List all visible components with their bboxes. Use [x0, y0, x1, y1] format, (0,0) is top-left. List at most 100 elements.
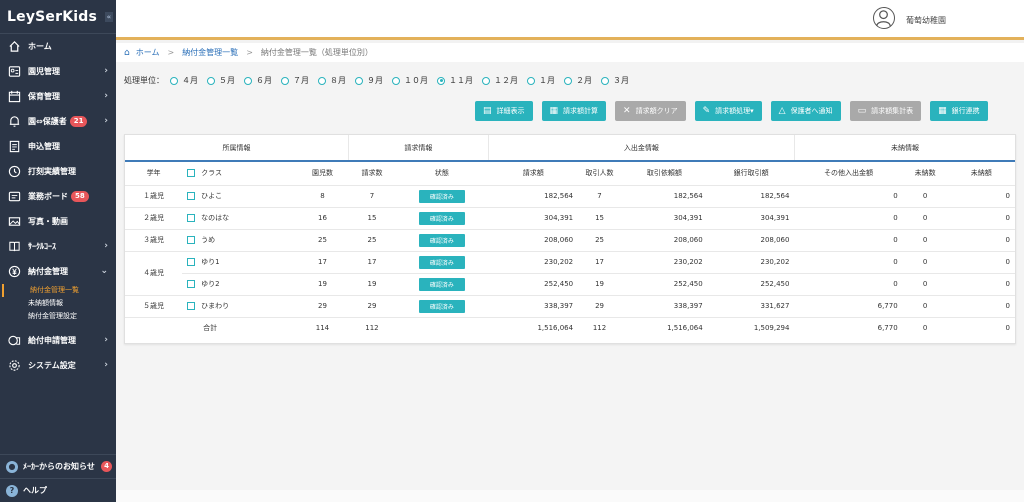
period-radio-11[interactable]: ３月 — [601, 75, 629, 86]
toolbar-button-2[interactable]: ✕ 請求額クリア — [615, 101, 686, 121]
period-radio-10[interactable]: ２月 — [564, 75, 592, 86]
row-checkbox[interactable] — [187, 280, 196, 288]
radio-dot[interactable] — [392, 76, 400, 85]
toolbar-button-3[interactable]: ✎ 請求額処理▾ — [694, 101, 762, 121]
cell-bill-amount: 338,397 — [488, 295, 579, 318]
sidebar-item-0[interactable]: ホーム — [0, 34, 116, 59]
cell-status: 確認済み — [395, 251, 489, 274]
toolbar-button-6[interactable]: ▦ 銀行連携 — [930, 101, 988, 121]
cell-unpaid-count: 0 — [902, 229, 948, 252]
row-checkbox[interactable] — [187, 258, 196, 266]
radio-dot[interactable] — [244, 76, 252, 85]
period-radio-4[interactable]: ８月 — [318, 75, 346, 86]
period-radio-2[interactable]: ６月 — [244, 75, 272, 86]
sidebar-item-1[interactable]: 園児管理 › — [0, 59, 116, 84]
status-badge[interactable]: 確認済み — [418, 277, 465, 291]
period-radio-1[interactable]: ５月 — [207, 75, 235, 86]
user-name[interactable]: 葡萄幼稚園 — [906, 15, 946, 26]
radio-dot[interactable] — [601, 76, 609, 85]
col-unpaid-amount: 未納額 — [947, 161, 1015, 186]
radio-dot[interactable] — [281, 76, 289, 85]
app-logo[interactable]: LeySerKids « — [0, 0, 116, 34]
sidebar-item-label: 写真・動画 — [28, 217, 68, 226]
sidebar-subitem-0[interactable]: 納付金管理一覧 — [2, 284, 116, 297]
toolbar-button-label: 請求額計算 — [563, 107, 599, 115]
calendar-icon — [7, 90, 21, 104]
radio-dot[interactable] — [527, 76, 535, 85]
home-icon — [7, 40, 21, 54]
sidebar-item-secondary-0[interactable]: 給付申請管理 › — [0, 328, 116, 353]
maker-notice-item[interactable]: ● ﾒｰｶｰからのお知らせ 4 — [0, 454, 116, 478]
cell-unpaid-count: 0 — [902, 251, 948, 274]
status-badge[interactable]: 確認済み — [418, 189, 465, 203]
period-radio-0[interactable]: ４月 — [170, 75, 198, 86]
sidebar-item-9[interactable]: 納付金管理 ⌄ — [0, 259, 116, 284]
radio-dot[interactable] — [170, 76, 178, 85]
collapse-sidebar-icon[interactable]: « — [105, 12, 113, 22]
row-checkbox[interactable] — [187, 302, 196, 310]
radio-dot[interactable] — [318, 76, 326, 85]
sidebar-item-6[interactable]: 業務ボード 58 — [0, 184, 116, 209]
home-icon[interactable]: ⌂ — [124, 48, 130, 58]
row-checkbox[interactable] — [187, 214, 196, 222]
bell-icon: △ — [778, 106, 786, 116]
maker-notice-label: ﾒｰｶｰからのお知らせ — [23, 462, 95, 471]
row-checkbox[interactable] — [187, 236, 196, 244]
cell-status: 確認済み — [395, 185, 489, 208]
total-unpaid-count: 0 — [922, 324, 928, 333]
period-radio-6[interactable]: １０月 — [392, 75, 428, 86]
cell-unpaid-amount: 0 — [947, 273, 1015, 296]
sidebar-item-4[interactable]: 申込管理 — [0, 134, 116, 159]
status-badge[interactable]: 確認済み — [418, 211, 465, 225]
select-all-checkbox[interactable] — [187, 169, 196, 178]
radio-dot[interactable] — [355, 76, 363, 85]
sidebar-subitem-1[interactable]: 未納額情報 — [0, 297, 116, 310]
cell-unpaid-count: 0 — [902, 185, 948, 208]
radio-dot[interactable] — [564, 76, 572, 85]
breadcrumb-level1[interactable]: 納付金管理一覧 — [182, 47, 238, 58]
user-avatar-icon[interactable] — [873, 7, 895, 29]
board-icon — [7, 190, 21, 204]
table-row: ゆり2 19 19 確認済み 252,450 19 252,450 252,450 0 0 0 — [125, 273, 1015, 296]
table-row: ５歳児 ひまわり 29 29 確認済み 338,397 29 338,397 331,627 6,… — [125, 295, 1015, 318]
sidebar-item-5[interactable]: 打刻実績管理 — [0, 159, 116, 184]
sidebar-item-3[interactable]: 園⇔保護者 21 › — [0, 109, 116, 134]
status-badge[interactable]: 確認済み — [418, 299, 465, 313]
sidebar-item-2[interactable]: 保育管理 › — [0, 84, 116, 109]
status-badge[interactable]: 確認済み — [418, 233, 465, 247]
breadcrumb-home[interactable]: ホーム — [136, 47, 160, 58]
book-icon — [7, 240, 21, 254]
sidebar-item-7[interactable]: 写真・動画 — [0, 209, 116, 234]
chevron-icon: ⌄ — [100, 266, 108, 276]
help-item[interactable]: ? ヘルプ — [0, 478, 116, 502]
period-radio-9[interactable]: １月 — [527, 75, 555, 86]
toolbar-button-4[interactable]: △ 保護者へ通知 — [770, 101, 841, 121]
sidebar-subitem-2[interactable]: 納付金管理設定 — [0, 310, 116, 323]
radio-dot[interactable] — [207, 76, 215, 85]
class-name: ゆり1 — [201, 258, 220, 266]
period-radio-7[interactable]: １１月 — [437, 75, 473, 86]
cell-class: うめ — [182, 229, 297, 252]
cell-children: 8 — [296, 185, 349, 208]
toolbar-button-5[interactable]: ▭ 請求額集計表 — [849, 101, 922, 121]
radio-dot[interactable] — [482, 76, 490, 85]
row-checkbox[interactable] — [187, 192, 196, 200]
period-radio-8[interactable]: １２月 — [482, 75, 518, 86]
sidebar-item-secondary-1[interactable]: システム設定 › — [0, 353, 116, 378]
sidebar-bottom: ● ﾒｰｶｰからのお知らせ 4 ? ヘルプ — [0, 454, 116, 502]
period-radio-label: １１月 — [449, 76, 473, 85]
cell-children: 16 — [296, 207, 349, 230]
billing-table-card: 所属情報 請求情報 入出金情報 未納情報 学年 クラス 園児数 請求数 状態 請… — [124, 134, 1016, 344]
toolbar-button-0[interactable]: ▤ 詳細表示 — [475, 101, 533, 121]
toolbar-button-1[interactable]: ▦ 請求額計算 — [541, 101, 607, 121]
status-badge[interactable]: 確認済み — [418, 255, 465, 269]
main-content: 処理単位： ４月 ５月 ６月 ７月 ８月 ９月 １０月 １１月 １２月 １月 ２月 ３月 ▤ 詳細表示 ▦… — [116, 62, 1024, 502]
cell-other-amount: 0 — [794, 185, 903, 208]
children-icon — [7, 65, 21, 79]
cell-unpaid-count: 0 — [902, 295, 948, 318]
group-header-row: 所属情報 請求情報 入出金情報 未納情報 — [125, 135, 1015, 162]
radio-dot[interactable] — [437, 76, 445, 85]
period-radio-5[interactable]: ９月 — [355, 75, 383, 86]
sidebar-item-8[interactable]: ｻｰｸﾙｺｰｽ › — [0, 234, 116, 259]
period-radio-3[interactable]: ７月 — [281, 75, 309, 86]
